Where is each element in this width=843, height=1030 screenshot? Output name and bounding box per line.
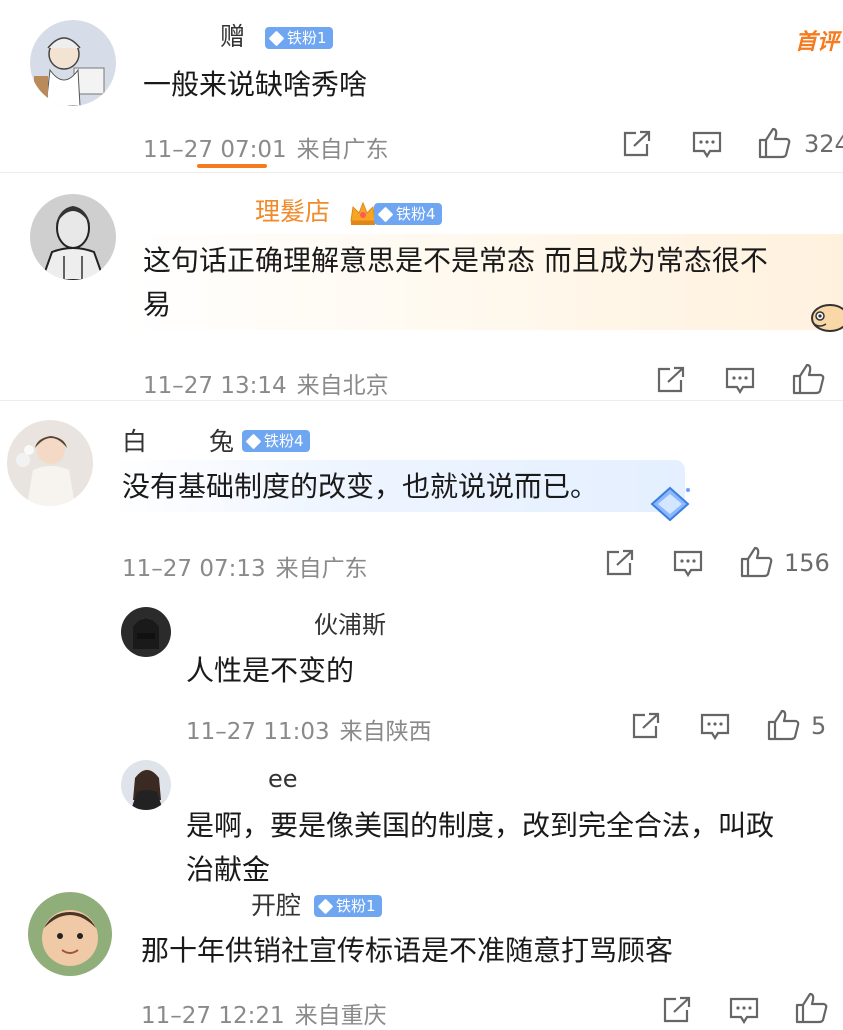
like-count: 156 <box>784 549 830 577</box>
comment-location: 来自北京 <box>296 373 389 399</box>
share-button[interactable] <box>662 996 692 1024</box>
share-icon <box>623 130 651 157</box>
username-mask <box>186 767 268 793</box>
comment-icon <box>700 713 730 741</box>
username[interactable]: 赠 <box>150 22 245 52</box>
comment-location: 来自重庆 <box>294 1003 387 1029</box>
avatar[interactable] <box>28 892 112 976</box>
comment-date: 11–27 12:21 <box>141 1003 285 1029</box>
comment-meta: 11–27 11:03 来自陕西 <box>186 712 442 746</box>
fan-badge[interactable]: 铁粉4 <box>242 430 310 452</box>
username-mask <box>147 430 210 456</box>
comment-text-line2: 易 <box>143 288 172 321</box>
like-button[interactable] <box>795 992 829 1024</box>
thumbs-up-icon <box>758 127 791 159</box>
comment-text: 没有基础制度的改变，也就说说而已。 <box>122 470 599 503</box>
comment-text: 这句话正确理解意思是不是常态 而且成为常态很不 <box>143 244 768 277</box>
fish-sticker-icon <box>806 296 843 340</box>
comment-meta: 11–27 12:21 来自重庆 <box>141 996 397 1030</box>
comment-date: 11–27 13:14 <box>143 373 287 399</box>
comment-text: 那十年供销社宣传标语是不准随意打骂顾客 <box>141 934 674 967</box>
divider <box>0 400 843 401</box>
username[interactable]: 开腔 <box>143 891 301 921</box>
username-mask <box>150 25 220 51</box>
comment-date: 11–27 07:01 <box>143 137 287 163</box>
diamond-icon <box>377 206 394 222</box>
comment-text: 是啊，要是像美国的制度，改到完全合法，叫政 <box>186 809 775 842</box>
fan-badge[interactable]: 铁粉4 <box>374 203 442 225</box>
comment-button[interactable] <box>692 131 722 159</box>
like-button[interactable] <box>740 546 774 578</box>
comment-text: 一般来说缺啥秀啥 <box>143 68 368 101</box>
thumbs-up-icon <box>792 363 825 395</box>
comment-icon <box>725 367 755 395</box>
comment-meta: 11–27 13:14 来自北京 <box>143 366 399 400</box>
like-button[interactable] <box>792 363 826 395</box>
username-mask <box>143 200 255 226</box>
comment-icon <box>673 550 703 578</box>
like-button[interactable] <box>758 127 792 159</box>
thumbs-up-icon <box>767 709 800 741</box>
username[interactable]: 白兔 <box>122 427 234 457</box>
diamond-icon <box>317 898 334 914</box>
comment-button[interactable] <box>729 997 759 1025</box>
comment-button[interactable] <box>700 713 730 741</box>
comment-button[interactable] <box>673 550 703 578</box>
first-comment-tag: 首评 <box>794 30 839 55</box>
comment-icon <box>692 131 722 159</box>
diamond-icon <box>245 433 262 449</box>
comment-text-line2: 治献金 <box>186 853 271 886</box>
comment-location: 来自陕西 <box>339 719 432 745</box>
avatar[interactable] <box>121 607 171 657</box>
comment-date: 11–27 11:03 <box>186 719 330 745</box>
avatar[interactable] <box>121 760 171 810</box>
username[interactable]: 伙浦斯 <box>186 610 386 640</box>
comment-text: 人性是不变的 <box>186 654 355 687</box>
comment-date: 11–27 07:13 <box>122 556 266 582</box>
username-mask <box>186 613 314 639</box>
divider <box>0 172 843 173</box>
avatar[interactable] <box>7 420 93 506</box>
fan-badge[interactable]: 铁粉1 <box>314 895 382 917</box>
fan-badge[interactable]: 铁粉1 <box>265 27 333 49</box>
like-count: 5 <box>811 712 827 740</box>
share-icon <box>632 712 660 739</box>
thumbs-up-icon <box>795 992 828 1024</box>
diamond-icon <box>268 30 285 46</box>
share-icon <box>606 549 634 576</box>
like-count: 324 <box>804 130 843 158</box>
comment-location: 来自广东 <box>296 137 389 163</box>
share-button[interactable] <box>631 712 661 740</box>
username[interactable]: 理髮店 <box>143 197 330 227</box>
comment-meta: 11–27 07:01 来自广东 <box>143 130 399 164</box>
comment-location: 来自广东 <box>275 556 368 582</box>
username[interactable]: ee <box>186 764 298 794</box>
date-underline <box>197 164 267 168</box>
like-button[interactable] <box>767 709 801 741</box>
username-mask <box>143 894 251 920</box>
share-button[interactable] <box>656 366 686 394</box>
share-icon <box>663 996 691 1023</box>
avatar[interactable] <box>30 20 116 106</box>
thumbs-up-icon <box>740 546 773 578</box>
avatar[interactable] <box>30 194 116 280</box>
diamond-sticker-icon <box>648 484 692 528</box>
share-button[interactable] <box>605 549 635 577</box>
comment-button[interactable] <box>725 367 755 395</box>
comment-icon <box>729 997 759 1025</box>
share-icon <box>657 366 685 393</box>
comment-meta: 11–27 07:13 来自广东 <box>122 549 378 583</box>
share-button[interactable] <box>622 130 652 158</box>
